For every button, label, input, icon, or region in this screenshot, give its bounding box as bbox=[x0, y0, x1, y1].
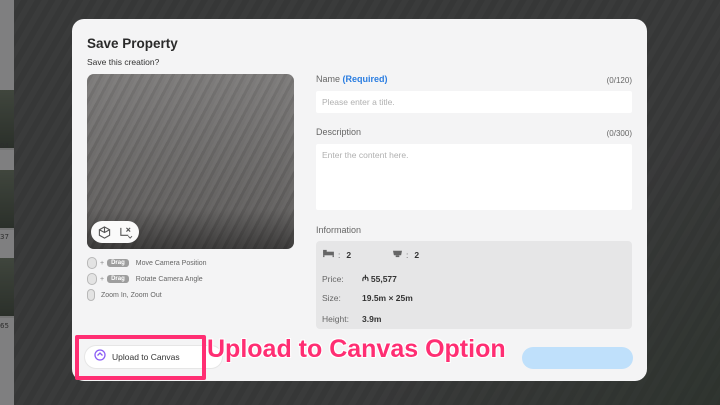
hint-text: Zoom In, Zoom Out bbox=[101, 291, 162, 299]
plus-sign: + bbox=[100, 259, 105, 267]
baths-value: 2 bbox=[414, 249, 420, 260]
beds-row: : 2 bbox=[322, 249, 351, 260]
description-textarea[interactable] bbox=[316, 144, 632, 210]
property-preview[interactable] bbox=[87, 74, 294, 249]
colon: : bbox=[406, 249, 409, 260]
required-tag: (Required) bbox=[342, 74, 388, 84]
plus-sign: + bbox=[100, 275, 105, 283]
price-value: 55,577 bbox=[370, 273, 397, 284]
annotation-callout: Upload to Canvas Option bbox=[207, 335, 506, 363]
price-label: Price: bbox=[322, 273, 344, 284]
hint-text: Move Camera Position bbox=[135, 259, 207, 267]
cube-view-icon[interactable] bbox=[97, 224, 113, 240]
modal-title: Save Property bbox=[87, 36, 178, 51]
bed-icon bbox=[322, 249, 335, 260]
name-label-text: Name bbox=[316, 74, 341, 84]
modal-subtitle: Save this creation? bbox=[87, 57, 160, 67]
size-label: Size: bbox=[322, 293, 341, 303]
height-value: 3.9m bbox=[362, 314, 382, 324]
hint-move-camera: + Drag Move Camera Position bbox=[87, 255, 207, 271]
name-counter: (0/120) bbox=[606, 76, 632, 85]
drag-key: Drag bbox=[107, 275, 129, 283]
height-label: Height: bbox=[322, 314, 349, 324]
beds-value: 2 bbox=[346, 249, 352, 260]
drag-key: Drag bbox=[107, 259, 129, 267]
price-row: Price: ₼ 55,577 bbox=[322, 273, 397, 284]
mouse-left-icon bbox=[87, 257, 97, 269]
name-label: Name (Required) bbox=[316, 74, 388, 84]
preview-controls bbox=[91, 221, 139, 243]
camera-hints: + Drag Move Camera Position + Drag Rotat… bbox=[87, 255, 207, 303]
mouse-wheel-icon bbox=[87, 289, 95, 301]
size-value: 19.5m × 25m bbox=[362, 293, 413, 303]
information-panel: : 2 : 2 Price: ₼ 55,577 Size: 19.5m × 25… bbox=[316, 241, 632, 329]
colon: : bbox=[338, 249, 341, 260]
description-counter: (0/300) bbox=[606, 129, 632, 138]
bath-icon bbox=[392, 249, 403, 260]
hint-rotate-camera: + Drag Rotate Camera Angle bbox=[87, 271, 207, 287]
baths-row: : 2 bbox=[392, 249, 419, 260]
mouse-right-icon bbox=[87, 273, 97, 285]
name-input[interactable] bbox=[316, 91, 632, 113]
information-label: Information bbox=[316, 225, 362, 235]
move-rotate-icon[interactable] bbox=[118, 224, 134, 240]
save-property-modal: Save Property Save this creation? + Drag… bbox=[72, 19, 647, 381]
height-row: Height: 3.9m bbox=[322, 314, 381, 324]
hint-zoom: Zoom In, Zoom Out bbox=[87, 287, 207, 303]
description-label: Description bbox=[316, 127, 362, 137]
size-row: Size: 19.5m × 25m bbox=[322, 293, 413, 303]
hint-text: Rotate Camera Angle bbox=[135, 275, 203, 283]
annotation-highlight-box bbox=[75, 335, 206, 380]
currency-icon: ₼ bbox=[362, 273, 369, 283]
save-button[interactable] bbox=[522, 347, 633, 369]
